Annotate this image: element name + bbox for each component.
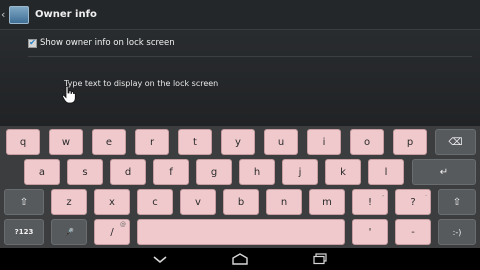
key-k[interactable]: k: [325, 159, 361, 185]
key-e[interactable]: e: [92, 129, 126, 155]
key-i[interactable]: i: [307, 129, 341, 155]
show-owner-info-checkbox[interactable]: ✔: [28, 38, 37, 48]
screen: ‹ Owner info ✔ Show owner info on lock s…: [0, 0, 480, 270]
owner-info-placeholder: Type text to display on the lock screen: [64, 79, 219, 88]
key-q[interactable]: q: [6, 129, 40, 155]
key-l[interactable]: l: [368, 159, 404, 185]
key-f[interactable]: f: [153, 159, 189, 185]
show-owner-info-label: Show owner info on lock screen: [40, 38, 175, 48]
shift-key-right[interactable]: ⇧: [438, 189, 476, 215]
settings-app-icon[interactable]: [9, 5, 29, 24]
key-x[interactable]: x: [94, 189, 130, 215]
key-w[interactable]: w: [49, 129, 83, 155]
numbers-key[interactable]: ?123: [4, 219, 44, 245]
key-z[interactable]: z: [51, 189, 87, 215]
emoticon-key[interactable]: :-): [438, 219, 476, 245]
microphone-icon: 🎤: [64, 227, 74, 237]
checkmark-icon: ✔: [29, 38, 36, 47]
key-apostrophe[interactable]: ': [352, 219, 388, 245]
soft-keyboard: q w e r t y u i o p ⌫ a s d f g h j k l …: [0, 126, 480, 248]
back-chevron-icon[interactable]: ‹: [1, 8, 9, 21]
navigation-bar: [0, 248, 480, 270]
key-p[interactable]: p: [393, 129, 427, 155]
key-s[interactable]: s: [67, 159, 103, 185]
key-o[interactable]: o: [350, 129, 384, 155]
key-b[interactable]: b: [223, 189, 259, 215]
key-d[interactable]: d: [110, 159, 146, 185]
home-icon: [232, 253, 248, 265]
key-comma-secondary: ,: [382, 191, 384, 198]
enter-icon: ↵: [439, 166, 449, 178]
key-t[interactable]: t: [178, 129, 212, 155]
hand-pointer-cursor-icon: [62, 86, 76, 104]
spacebar[interactable]: [137, 219, 345, 245]
action-bar: ‹ Owner info: [0, 0, 480, 30]
key-hyphen[interactable]: -: [395, 219, 431, 245]
divider: [28, 56, 472, 57]
hide-keyboard-button[interactable]: [145, 248, 175, 270]
backspace-icon: ⌫: [448, 136, 463, 148]
owner-info-text-field[interactable]: Type text to display on the lock screen: [60, 76, 400, 92]
key-exclamation[interactable]: ! ,: [352, 189, 388, 215]
shift-icon: ⇧: [452, 196, 462, 208]
key-r[interactable]: r: [135, 129, 169, 155]
shift-icon: ⇧: [19, 196, 29, 208]
key-slash[interactable]: / @: [94, 219, 130, 245]
key-v[interactable]: v: [180, 189, 216, 215]
key-n[interactable]: n: [266, 189, 302, 215]
key-at-secondary: @: [120, 221, 126, 228]
recent-apps-button[interactable]: [305, 248, 335, 270]
chevron-down-icon: [153, 256, 167, 264]
key-h[interactable]: h: [239, 159, 275, 185]
key-u[interactable]: u: [264, 129, 298, 155]
key-j[interactable]: j: [282, 159, 318, 185]
key-a[interactable]: a: [24, 159, 60, 185]
key-period-secondary: .: [425, 191, 427, 198]
shift-key-left[interactable]: ⇧: [4, 189, 44, 215]
microphone-key[interactable]: 🎤: [51, 219, 87, 245]
key-g[interactable]: g: [196, 159, 232, 185]
delete-key[interactable]: ⌫: [435, 129, 476, 155]
key-m[interactable]: m: [309, 189, 345, 215]
key-y[interactable]: y: [221, 129, 255, 155]
recent-apps-icon: [313, 253, 327, 265]
home-button[interactable]: [225, 248, 255, 270]
page-title: Owner info: [35, 9, 97, 20]
enter-key[interactable]: ↵: [412, 159, 476, 185]
key-question[interactable]: ? .: [395, 189, 431, 215]
key-c[interactable]: c: [137, 189, 173, 215]
show-owner-info-setting[interactable]: ✔ Show owner info on lock screen: [28, 36, 175, 50]
